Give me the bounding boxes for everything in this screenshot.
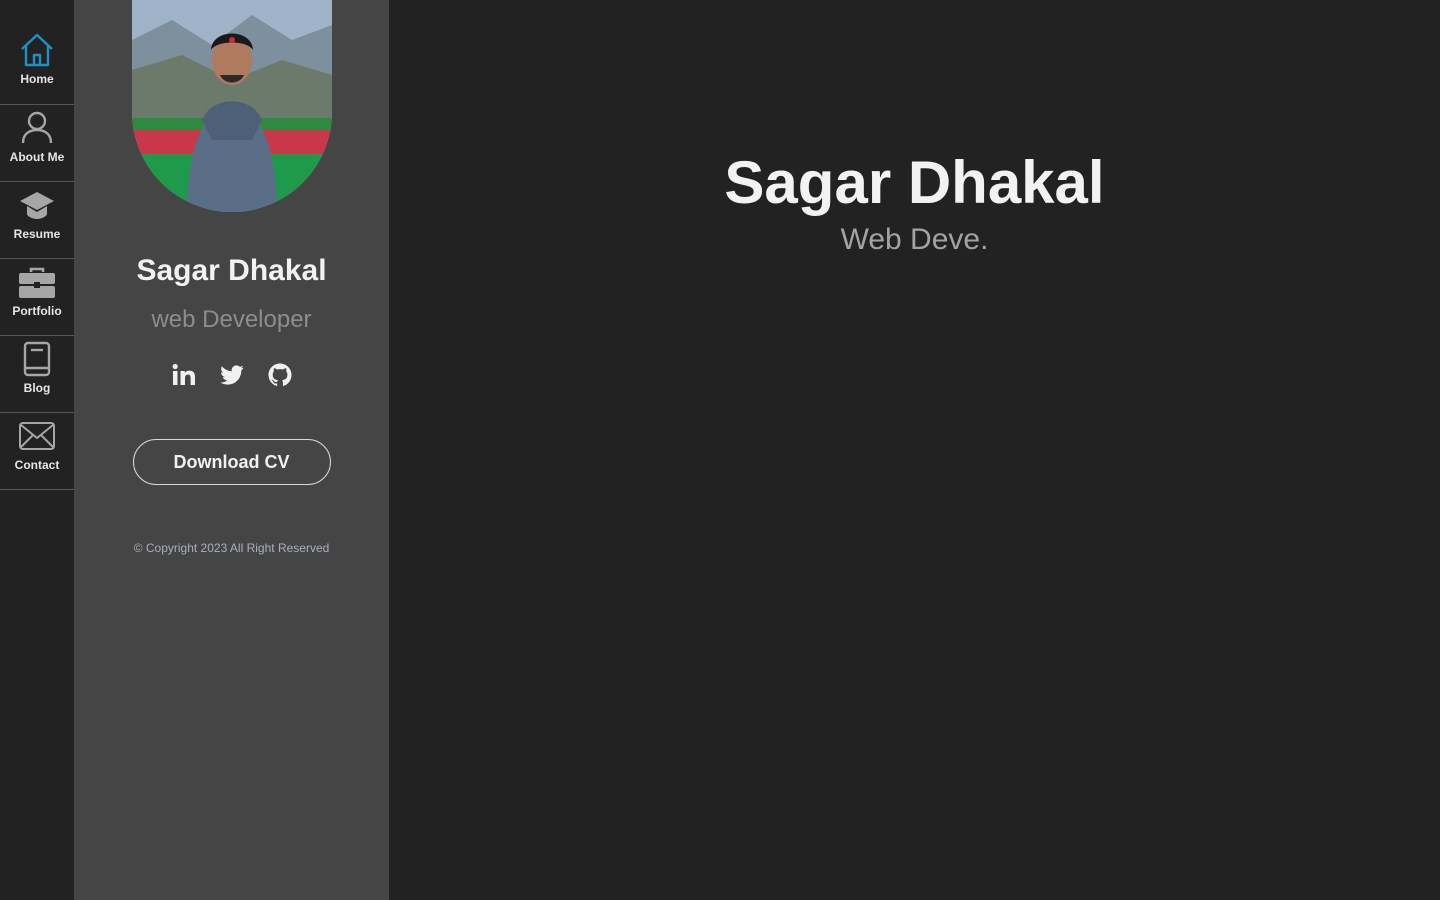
nav-item-home[interactable]: Home <box>0 0 74 105</box>
hero-title: Sagar Dhakal <box>724 149 1105 216</box>
nav-item-about[interactable]: About Me <box>0 105 74 182</box>
nav-label: Contact <box>14 458 60 472</box>
home-icon <box>19 32 55 68</box>
nav-item-contact[interactable]: Contact <box>0 413 74 490</box>
nav-item-blog[interactable]: Blog <box>0 336 74 413</box>
hero-subtitle: Web Deve. <box>840 223 989 256</box>
profile-role: web Developer <box>151 306 312 333</box>
profile-panel: Sagar Dhakal web Developer Download CV ©… <box>74 0 389 900</box>
social-links <box>172 360 292 390</box>
nav-label: About Me <box>9 150 65 164</box>
nav-label: Blog <box>23 381 51 395</box>
github-icon[interactable] <box>268 363 292 387</box>
hero-section: Sagar Dhakal Web Deve. <box>389 0 1440 900</box>
briefcase-icon <box>19 264 55 300</box>
nav-item-resume[interactable]: Resume <box>0 182 74 259</box>
copyright-text: © Copyright 2023 All Right Reserved <box>133 541 330 555</box>
linkedin-icon[interactable] <box>172 363 196 387</box>
nav-label: Portfolio <box>12 304 62 318</box>
profile-photo <box>131 0 332 212</box>
main-nav: Home About Me Resume Portfolio Blog Cont… <box>0 0 74 900</box>
profile-name: Sagar Dhakal <box>136 254 327 287</box>
nav-label: Home <box>20 72 54 86</box>
nav-label: Resume <box>13 227 61 241</box>
book-icon <box>19 341 55 377</box>
nav-item-portfolio[interactable]: Portfolio <box>0 259 74 336</box>
download-cv-button[interactable]: Download CV <box>132 439 331 485</box>
user-icon <box>19 110 55 146</box>
avatar <box>131 0 332 212</box>
twitter-icon[interactable] <box>219 363 244 387</box>
envelope-icon <box>19 418 55 454</box>
graduation-cap-icon <box>19 187 55 223</box>
